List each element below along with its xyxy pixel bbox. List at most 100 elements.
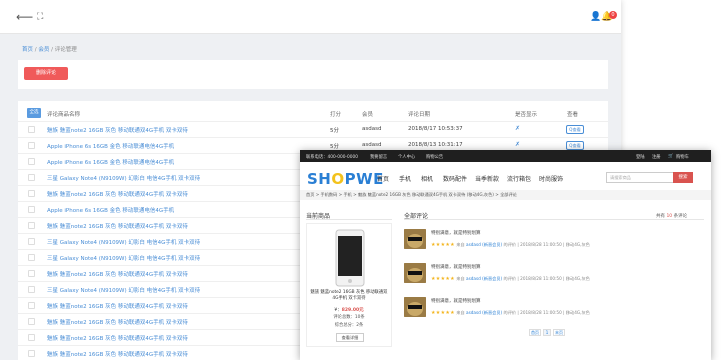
row-member: asdasd [362, 126, 382, 132]
product-score: 综合总分：2条 [334, 323, 364, 328]
select-all-button[interactable]: 全选 [27, 108, 41, 118]
row-checkbox[interactable] [28, 286, 35, 293]
notification-badge: 0 [609, 11, 617, 19]
row-checkbox[interactable] [28, 126, 35, 133]
product-link[interactable]: 三星 Galaxy Note4 (N9109W) 幻影白 电信4G手机 双卡双待 [47, 254, 200, 262]
nav-item-home[interactable]: 首页 [377, 174, 389, 183]
row-checkbox[interactable] [28, 174, 35, 181]
product-review-total: 评论总数：10条 [333, 315, 365, 320]
reviewer-name[interactable]: asdasd (新晋会员) [466, 242, 502, 247]
product-link[interactable]: 三星 Galaxy Note4 (N9109W) 幻影白 电信4G手机 双卡双待 [47, 286, 200, 294]
topbar-link-message[interactable]: 我要留言 [370, 154, 387, 160]
row-date: 2018/8/17 10:53:37 [408, 126, 463, 132]
header-view: 查看 [567, 112, 579, 118]
product-link[interactable]: 魅族 魅蓝note2 16GB 灰色 移动联通双4G手机 双卡双待 [47, 270, 188, 278]
pager-last[interactable]: 末页 [553, 329, 565, 336]
product-link[interactable]: 魅族 魅蓝note2 16GB 灰色 移动联通双4G手机 双卡双待 [47, 318, 188, 326]
cart-link[interactable]: 购物车 [676, 154, 689, 160]
hidden-status-icon[interactable]: ✗ [515, 141, 520, 148]
nav-item-phone[interactable]: 手机 [399, 174, 411, 183]
review-item: 特别满意，就是特别划算 ★★★★★ 来自 asdasd (新晋会员) 的评价 | … [404, 229, 704, 257]
reviewer-name[interactable]: asdasd (新晋会员) [466, 276, 502, 281]
header-date: 评论日期 [408, 112, 431, 118]
row-checkbox[interactable] [28, 142, 35, 149]
register-link[interactable]: 注册 [652, 154, 661, 160]
reviewer-name[interactable]: asdasd (新晋会员) [466, 310, 502, 315]
toolbar-panel [18, 60, 608, 89]
review-item: 特别满意，就是特别划算 ★★★★★ 来自 asdasd (新晋会员) 的评价 | … [404, 297, 704, 325]
nav-item-new[interactable]: 当季新款 [475, 174, 499, 183]
breadcrumb-path[interactable]: 首页 > 手机数码 > 手机 > 魅族 魅蓝note2 16GB 灰色 移动联通… [306, 192, 517, 198]
rating-stars: ★★★★★ [431, 242, 455, 248]
nav-item-accessories[interactable]: 数码配件 [443, 174, 467, 183]
search-input[interactable]: 请搜索商品 [606, 172, 674, 183]
logo-text: SHOPWE [307, 170, 384, 188]
table-row[interactable]: 魅族 魅蓝note2 16GB 灰色 移动联通双4G手机 双卡双待 5分 asdas… [18, 121, 608, 137]
nav-item-bags[interactable]: 流行箱包 [507, 174, 531, 183]
product-link[interactable]: 魅族 魅蓝note2 16GB 灰色 移动联通双4G手机 双卡双待 [47, 302, 188, 310]
pager-first[interactable]: 首页 [529, 329, 541, 336]
breadcrumb: 首页 / 会员 / 评论管理 [22, 47, 77, 53]
row-checkbox[interactable] [28, 206, 35, 213]
view-button[interactable]: Q查看 [566, 125, 584, 134]
topbar-link-account[interactable]: 个人中心 [398, 154, 415, 160]
product-link[interactable]: 魅族 魅蓝note2 16GB 灰色 移动联通双4G手机 双卡双待 [47, 334, 188, 342]
review-text: 特别满意，就是特别划算 [431, 265, 481, 270]
pager-page[interactable]: 1 [543, 329, 551, 336]
storefront-window: 联系电话：400-000-0000 我要留言 个人中心 购物公告 登陆 注册 🛒… [300, 150, 711, 360]
delete-review-button[interactable]: 删除评论 [24, 67, 68, 80]
review-text: 特别满意，就是特别划算 [431, 231, 481, 236]
row-checkbox[interactable] [28, 270, 35, 277]
row-checkbox[interactable] [28, 302, 35, 309]
row-member: asdasd [362, 142, 382, 148]
phone-image[interactable] [307, 228, 393, 290]
nav-item-fashion[interactable]: 时尚服饰 [539, 174, 563, 183]
product-link[interactable]: 魅族 魅蓝note2 16GB 灰色 移动联通双4G手机 双卡双待 [47, 350, 188, 358]
header-product: 评论商品名称 [47, 112, 81, 118]
review-meta: ★★★★★ 来自 asdasd (新晋会员) 的评价 | 2018/8/28 1… [431, 242, 590, 248]
hidden-status-icon[interactable]: ✗ [515, 125, 520, 132]
row-checkbox[interactable] [28, 318, 35, 325]
search-button[interactable]: 搜索 [673, 172, 693, 183]
review-count-value: 10 [666, 214, 673, 219]
row-date: 2018/8/13 10:31:17 [408, 142, 463, 148]
user-icon[interactable]: 👤 [590, 12, 601, 22]
product-link[interactable]: Apple iPhone 6s 16GB 金色 移动联通电信4G手机 [47, 142, 174, 150]
row-checkbox[interactable] [28, 350, 35, 357]
rating-stars: ★★★★★ [431, 276, 455, 282]
hotline-text: 联系电话：400-000-0000 [306, 155, 358, 160]
shop-logo[interactable]: SHOPWE [307, 170, 384, 188]
view-button[interactable]: Q查看 [566, 141, 584, 150]
breadcrumb-current: 评论管理 [54, 47, 77, 53]
product-link[interactable]: 魅族 魅蓝note2 16GB 灰色 移动联通双4G手机 双卡双待 [47, 126, 188, 134]
product-link[interactable]: 三星 Galaxy Note4 (N9109W) 幻影白 电信4G手机 双卡双待 [47, 238, 200, 246]
review-meta: ★★★★★ 来自 asdasd (新晋会员) 的评价 | 2018/8/28 1… [431, 276, 590, 282]
cart-icon[interactable]: 🛒 [668, 154, 673, 159]
breadcrumb-home[interactable]: 首页 [22, 47, 33, 53]
row-checkbox[interactable] [28, 254, 35, 261]
back-arrow-icon[interactable]: ⟵ [16, 10, 33, 24]
product-link[interactable]: Apple iPhone 6s 16GB 金色 移动联通电信4G手机 [47, 206, 174, 214]
product-link[interactable]: 魅族 魅蓝note2 16GB 灰色 移动联通双4G手机 双卡双待 [47, 190, 188, 198]
login-link[interactable]: 登陆 [636, 154, 645, 160]
view-detail-button[interactable]: 查看详细 [336, 333, 364, 342]
breadcrumb-member[interactable]: 会员 [38, 47, 49, 53]
row-checkbox[interactable] [28, 190, 35, 197]
review-item: 特别满意，就是特别划算 ★★★★★ 来自 asdasd (新晋会员) 的评价 | … [404, 263, 704, 291]
topbar-link-notice[interactable]: 购物公告 [426, 154, 443, 160]
fullscreen-icon[interactable]: ⛶ [37, 12, 43, 22]
row-checkbox[interactable] [28, 222, 35, 229]
product-link[interactable]: Apple iPhone 6s 16GB 金色 移动联通电信4G手机 [47, 158, 174, 166]
product-name[interactable]: 魅族 魅蓝note2 16GB 灰色 移动联通双4G手机 双卡双待 [310, 290, 388, 302]
nav-item-camera[interactable]: 相机 [421, 174, 433, 183]
header-shown: 是否显示 [515, 112, 538, 118]
row-checkbox[interactable] [28, 334, 35, 341]
admin-topbar: ⟵ ⛶ 👤 🔔 0 [0, 0, 621, 34]
product-link[interactable]: 三星 Galaxy Note4 (N9109W) 幻影白 电信4G手机 双卡双待 [47, 174, 200, 182]
row-checkbox[interactable] [28, 238, 35, 245]
product-link[interactable]: 魅族 魅蓝note2 16GB 灰色 移动联通双4G手机 双卡双待 [47, 222, 188, 230]
reviewer-avatar [404, 229, 426, 249]
table-header: 全选 评论商品名称 打分 会员 评论日期 是否显示 查看 [18, 108, 608, 120]
row-checkbox[interactable] [28, 158, 35, 165]
header-score: 打分 [330, 112, 342, 118]
